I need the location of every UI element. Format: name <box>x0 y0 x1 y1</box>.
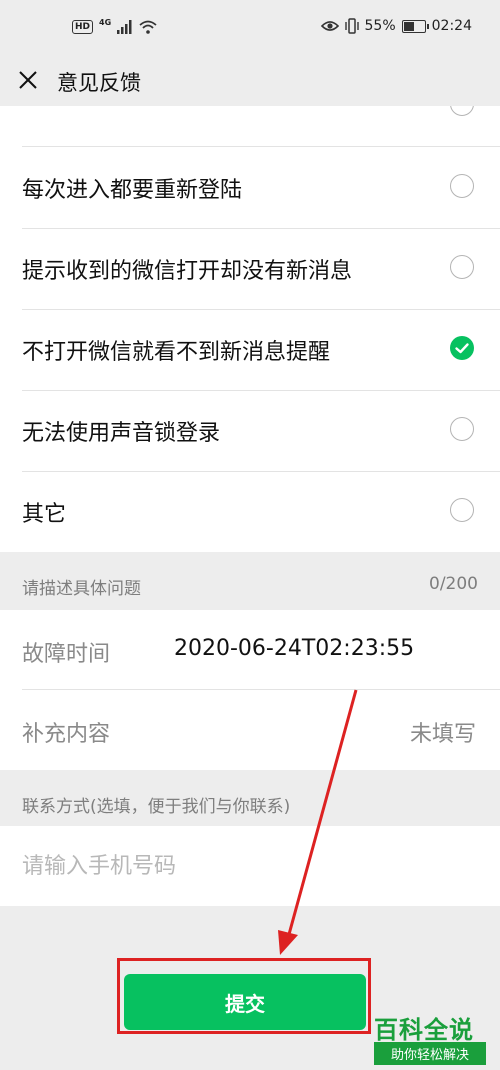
option-row[interactable]: 提示收到的微信打开却没有新消息 <box>0 229 500 310</box>
option-row[interactable]: 每次进入都要重新登陆 <box>0 148 500 229</box>
status-bar: HD 4G 55% 02:24 <box>0 0 500 56</box>
network-type: 4G <box>99 17 112 27</box>
option-label: 无法使用声音锁登录 <box>22 421 221 446</box>
close-icon[interactable] <box>16 68 40 92</box>
header: 意见反馈 <box>0 56 500 106</box>
contact-section-header: 联系方式(选填，便于我们与你联系) <box>0 770 500 828</box>
option-label: 每次进入都要重新登陆 <box>22 178 243 203</box>
watermark-subtitle: 助你轻松解决 <box>374 1042 486 1065</box>
radio-button[interactable] <box>450 106 474 116</box>
hd-badge: HD <box>72 20 94 34</box>
option-label: 其它 <box>22 502 67 527</box>
battery-icon <box>401 19 429 33</box>
feedback-options-list: 每次进入都要重新登陆 提示收到的微信打开却没有新消息 不打开微信就看不到新消息提… <box>0 106 500 552</box>
radio-button[interactable] <box>450 498 474 522</box>
radio-button[interactable] <box>450 174 474 198</box>
describe-section-header: 请描述具体问题 0/200 <box>0 552 500 610</box>
radio-button[interactable] <box>450 255 474 279</box>
status-right: 55% 02:24 <box>320 18 472 34</box>
phone-input-row <box>0 826 500 906</box>
fault-time-row[interactable]: 故障时间 2020-06-24T02:23:55 <box>0 610 500 690</box>
watermark-title: 百科全说 <box>374 1016 474 1044</box>
battery-percent: 55% <box>364 18 396 34</box>
option-row-scrolled <box>0 106 500 147</box>
checkmark-icon <box>455 343 469 354</box>
divider <box>22 146 500 147</box>
char-counter: 0/200 <box>429 574 478 594</box>
fault-time-label: 故障时间 <box>22 642 111 667</box>
phone-number-input[interactable] <box>0 826 500 906</box>
radio-button[interactable] <box>450 417 474 441</box>
supplement-row[interactable]: 补充内容 未填写 <box>0 690 500 770</box>
option-label: 不打开微信就看不到新消息提醒 <box>22 340 331 365</box>
wifi-icon <box>139 20 157 34</box>
contact-label: 联系方式(选填，便于我们与你联系) <box>22 797 291 817</box>
vibrate-icon <box>344 18 359 34</box>
signal-icon <box>117 20 132 34</box>
option-row[interactable]: 其它 <box>0 472 500 552</box>
submit-button[interactable]: 提交 <box>124 974 366 1030</box>
radio-button-checked[interactable] <box>450 336 474 360</box>
supplement-value: 未填写 <box>409 722 476 747</box>
describe-label: 请描述具体问题 <box>22 579 141 599</box>
option-row-selected[interactable]: 不打开微信就看不到新消息提醒 <box>0 310 500 391</box>
status-left: HD 4G <box>72 17 157 34</box>
battery-fill <box>403 21 414 31</box>
supplement-label: 补充内容 <box>22 722 111 747</box>
page-title: 意见反馈 <box>57 71 141 95</box>
option-label: 提示收到的微信打开却没有新消息 <box>22 259 353 284</box>
option-row[interactable]: 无法使用声音锁登录 <box>0 391 500 472</box>
eye-icon <box>320 21 339 31</box>
fault-time-value: 2020-06-24T02:23:55 <box>174 636 415 661</box>
clock: 02:24 <box>431 18 472 34</box>
